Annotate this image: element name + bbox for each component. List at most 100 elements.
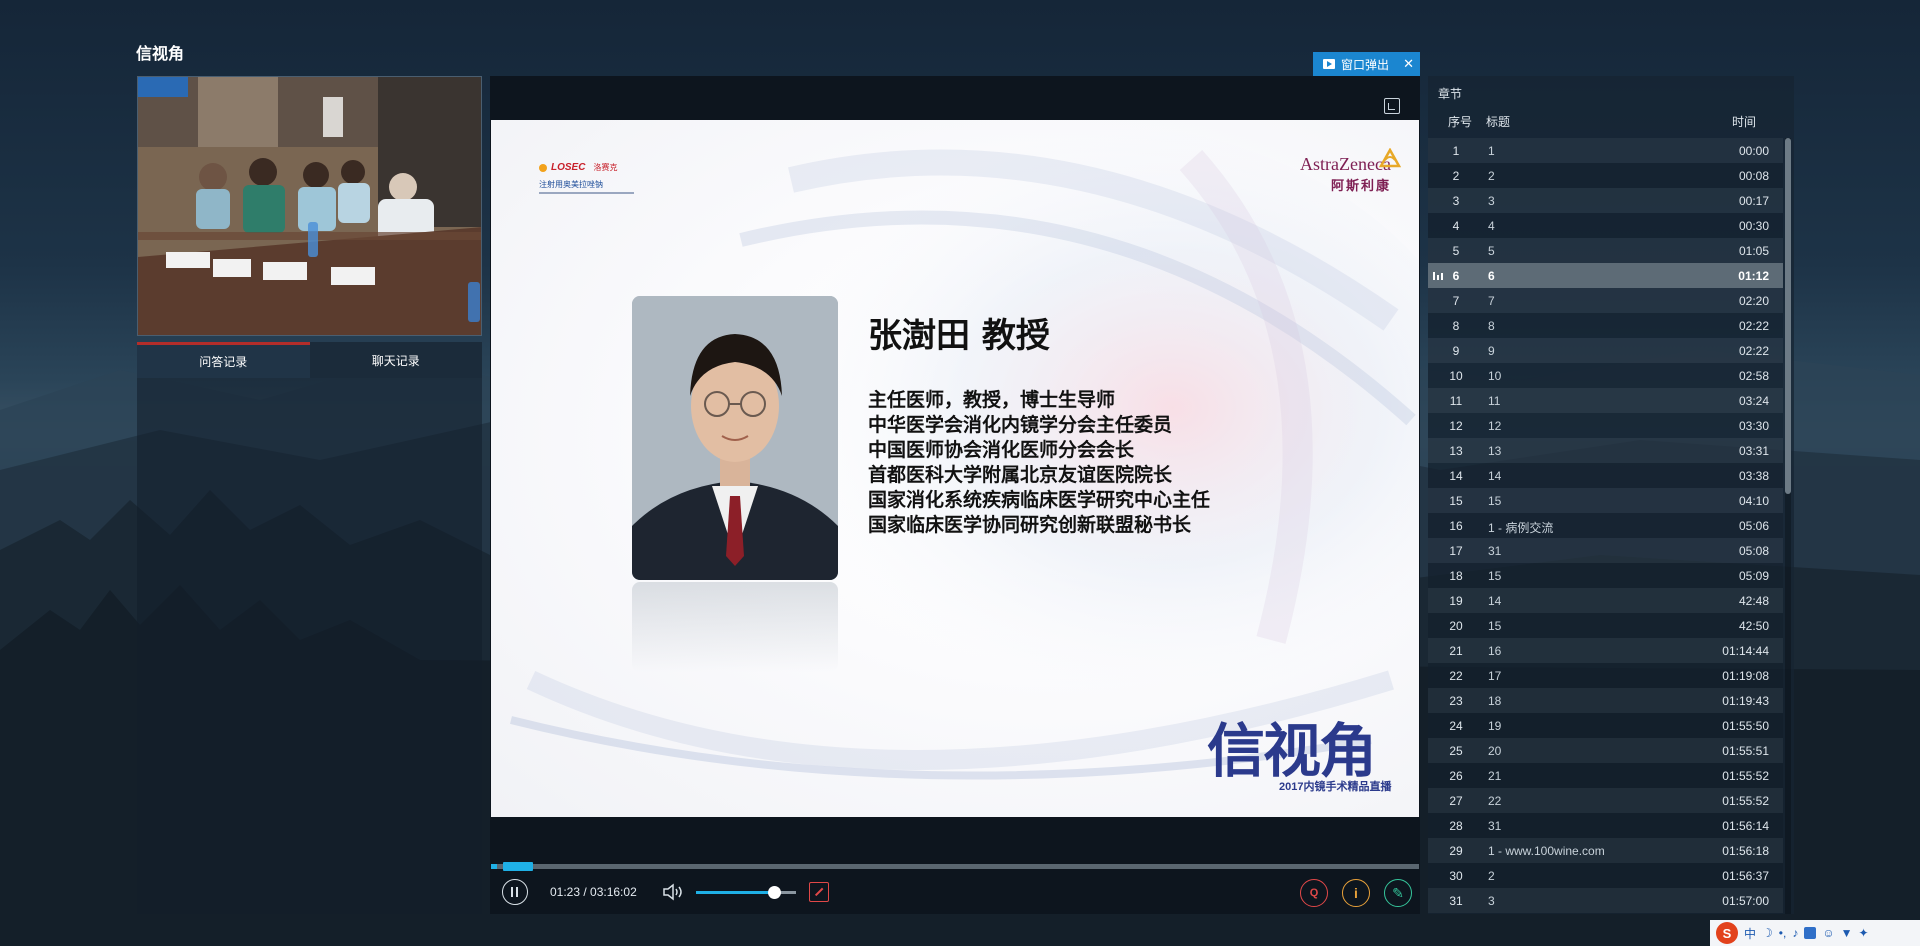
user-icon[interactable]: ☺: [1822, 926, 1834, 940]
chapter-row[interactable]: 29 1 - www.100wine.com 01:56:18: [1428, 838, 1783, 863]
pause-button[interactable]: [502, 879, 528, 905]
chapter-index: 15: [1449, 494, 1463, 508]
chapter-row[interactable]: 27 22 01:55:52: [1428, 788, 1783, 813]
chapter-row[interactable]: 22 17 01:19:08: [1428, 663, 1783, 688]
chapter-row[interactable]: 30 2 01:56:37: [1428, 863, 1783, 888]
chapter-row[interactable]: 31 3 01:57:00: [1428, 888, 1783, 913]
chapter-title: 6: [1488, 269, 1495, 283]
info-icon[interactable]: i: [1342, 879, 1370, 907]
left-tabs: 问答记录 聊天记录: [137, 342, 482, 378]
chapter-title: 11: [1488, 394, 1501, 408]
chapter-index: 24: [1449, 719, 1463, 733]
chapter-row[interactable]: 9 9 02:22: [1428, 338, 1783, 363]
chapter-row[interactable]: 6 6 01:12: [1428, 263, 1783, 288]
chapter-time: 03:30: [1738, 419, 1769, 433]
losec-logo: LOSEC 洛赛克 注射用奥美拉唑钠: [539, 162, 649, 202]
chapter-row[interactable]: 18 15 05:09: [1428, 563, 1783, 588]
speaker-photo-reflection: [632, 582, 838, 672]
chapter-row[interactable]: 16 1 - 病例交流 05:06: [1428, 513, 1783, 538]
screen-mode-button[interactable]: [809, 882, 829, 902]
chapter-title: 8: [1488, 319, 1495, 333]
chapter-title: 9: [1488, 344, 1495, 358]
chapter-row[interactable]: 7 7 02:20: [1428, 288, 1783, 313]
chapter-row[interactable]: 19 14 42:48: [1428, 588, 1783, 613]
chapter-row[interactable]: 8 8 02:22: [1428, 313, 1783, 338]
volume-slider[interactable]: [696, 886, 796, 899]
sogou-icon[interactable]: S: [1716, 922, 1738, 944]
fullscreen-icon[interactable]: [1384, 98, 1400, 114]
chapter-row[interactable]: 20 15 42:50: [1428, 613, 1783, 638]
chapter-time: 03:24: [1738, 394, 1769, 408]
chapter-title: 15: [1488, 569, 1502, 583]
chapter-row[interactable]: 14 14 03:38: [1428, 463, 1783, 488]
chapter-row[interactable]: 23 18 01:19:43: [1428, 688, 1783, 713]
chapter-row[interactable]: 12 12 03:30: [1428, 413, 1783, 438]
keyboard-icon[interactable]: [1804, 927, 1817, 939]
chapter-row[interactable]: 17 31 05:08: [1428, 538, 1783, 563]
chapter-index: 23: [1449, 694, 1463, 708]
chapter-index: 30: [1449, 869, 1463, 883]
volume-handle[interactable]: [768, 886, 781, 899]
losec-brand: LOSEC: [551, 162, 586, 173]
chapter-index: 11: [1449, 394, 1463, 408]
chapter-index: 13: [1449, 444, 1463, 458]
chapter-row[interactable]: 28 31 01:56:14: [1428, 813, 1783, 838]
chapter-time: 01:55:52: [1722, 769, 1769, 783]
tab-chat-records[interactable]: 聊天记录: [309, 342, 482, 378]
chapter-row[interactable]: 25 20 01:55:51: [1428, 738, 1783, 763]
chapter-time: 02:20: [1738, 294, 1769, 308]
chapter-row[interactable]: 5 5 01:05: [1428, 238, 1783, 263]
az-en: AstraZeneca: [1300, 154, 1391, 174]
edit-icon[interactable]: ✎: [1384, 879, 1412, 907]
scrollbar-thumb[interactable]: [1785, 138, 1791, 494]
chapter-row[interactable]: 1 1 00:00: [1428, 138, 1783, 163]
chapter-index: 7: [1452, 294, 1460, 308]
moon-icon[interactable]: ☽: [1762, 926, 1773, 940]
chapter-row[interactable]: 10 10 02:58: [1428, 363, 1783, 388]
chapter-time: 03:38: [1738, 469, 1769, 483]
chapters-title: 章节: [1438, 87, 1463, 101]
chapter-time: 00:30: [1738, 219, 1769, 233]
chapter-row[interactable]: 24 19 01:55:50: [1428, 713, 1783, 738]
chapter-index: 31: [1449, 894, 1463, 908]
chapter-index: 22: [1449, 669, 1463, 683]
chapter-index: 12: [1449, 419, 1463, 433]
chapter-row[interactable]: 3 3 00:17: [1428, 188, 1783, 213]
chapter-title: 22: [1488, 794, 1502, 808]
chapter-row[interactable]: 21 16 01:14:44: [1428, 638, 1783, 663]
brand-big: 信视角: [1207, 717, 1377, 785]
punctuation-icon[interactable]: •,: [1779, 926, 1787, 940]
volume-icon[interactable]: [662, 883, 686, 901]
chapter-time: 01:55:52: [1722, 794, 1769, 808]
speaker-bio: 主任医师，教授，博士生导师 中华医学会消化内镜学分会主任委员 中国医师协会消化医…: [868, 388, 1210, 538]
chapter-time: 01:19:08: [1722, 669, 1769, 683]
header-title: 标题: [1486, 115, 1511, 129]
astrazeneca-logo: AstraZeneca 阿斯利康: [1300, 148, 1401, 194]
chapter-row[interactable]: 15 15 04:10: [1428, 488, 1783, 513]
wrench-icon[interactable]: ✦: [1858, 926, 1868, 940]
tab-qa-records[interactable]: 问答记录: [137, 342, 310, 378]
speaker-name: 张澍田 教授: [868, 316, 1050, 356]
chapters-panel: 章节 序号 标题 时间 1 1 00:00 2 2 00:08 3 3 00:17 4 4 00:30…: [1428, 76, 1794, 914]
xinshijiao-logo: 信视角 2017内镜手术精品直播: [1207, 717, 1391, 793]
close-icon[interactable]: ✕: [1403, 56, 1414, 72]
mic-icon[interactable]: ♪: [1792, 926, 1798, 940]
chapter-row[interactable]: 4 4 00:30: [1428, 213, 1783, 238]
qa-button[interactable]: Q: [1300, 879, 1328, 907]
chapter-row[interactable]: 13 13 03:31: [1428, 438, 1783, 463]
camera-feed: [137, 76, 482, 336]
chapter-row[interactable]: 26 21 01:55:52: [1428, 763, 1783, 788]
chapter-row[interactable]: 11 11 03:24: [1428, 388, 1783, 413]
shirt-icon[interactable]: ▼: [1841, 926, 1853, 940]
camera-scene: [138, 77, 481, 335]
popout-window-button[interactable]: 窗口弹出 ✕: [1313, 52, 1420, 76]
chapter-scrollbar[interactable]: [1785, 138, 1791, 914]
chapter-title: 20: [1488, 744, 1502, 758]
chapter-time: 01:55:50: [1722, 719, 1769, 733]
chapter-title: 2: [1488, 869, 1495, 883]
chapter-title: 3: [1488, 894, 1495, 908]
chapter-row[interactable]: 2 2 00:08: [1428, 163, 1783, 188]
ime-language[interactable]: 中: [1744, 925, 1756, 942]
chapter-time: 01:05: [1738, 244, 1769, 258]
chapter-title: 5: [1488, 244, 1495, 258]
